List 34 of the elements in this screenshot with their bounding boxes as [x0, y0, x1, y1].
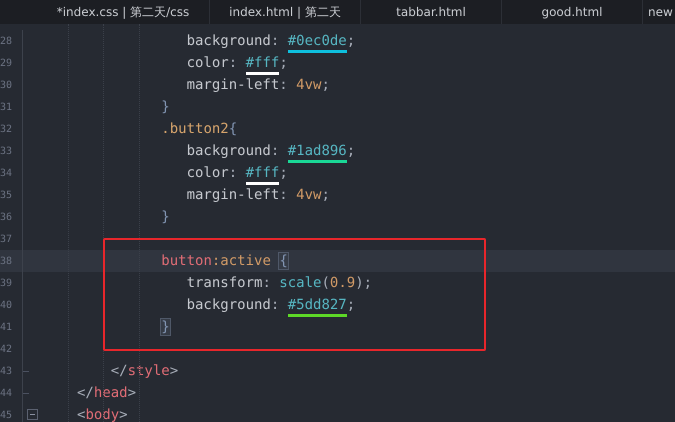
line-number: 33 — [0, 146, 12, 156]
file-tab[interactable]: *index.css | 第二天/css — [37, 0, 210, 24]
line-number: 37 — [0, 234, 12, 244]
code-line: button:active { — [160, 253, 288, 269]
line-number: 44 — [0, 388, 12, 398]
line-number: 29 — [0, 58, 12, 68]
file-tab[interactable]: new — [643, 0, 675, 24]
line-number: 43 — [0, 366, 12, 376]
file-tab[interactable]: index.html | 第二天 — [210, 0, 361, 24]
line-number: 36 — [0, 212, 12, 222]
code-line: </style> — [110, 363, 178, 379]
code-line: margin-left: 4vw; — [186, 187, 330, 203]
line-number: 45 — [0, 410, 12, 420]
code-line: <body> — [77, 407, 128, 422]
line-number: 31 — [0, 102, 12, 112]
line-number: 40 — [0, 300, 12, 310]
code-line: transform: scale(0.9); — [186, 275, 372, 291]
file-tab[interactable]: good.html — [502, 0, 643, 24]
code-line: margin-left: 4vw; — [186, 77, 330, 93]
line-number: 30 — [0, 80, 12, 90]
line-number: 39 — [0, 278, 12, 288]
code-line: } — [160, 99, 170, 115]
line-number: 34 — [0, 168, 12, 178]
file-tab[interactable]: tabbar.html — [361, 0, 502, 24]
line-number: 41 — [0, 322, 12, 332]
code-line: .button2{ — [160, 121, 238, 137]
collapse-icon[interactable] — [27, 409, 38, 420]
line-number: 42 — [0, 344, 12, 354]
code-line: } — [160, 209, 170, 225]
line-number: 35 — [0, 190, 12, 200]
line-number: 28 — [0, 36, 12, 46]
code-line: </head> — [77, 385, 136, 401]
line-number: 38 — [0, 256, 12, 266]
line-number: 32 — [0, 124, 12, 134]
